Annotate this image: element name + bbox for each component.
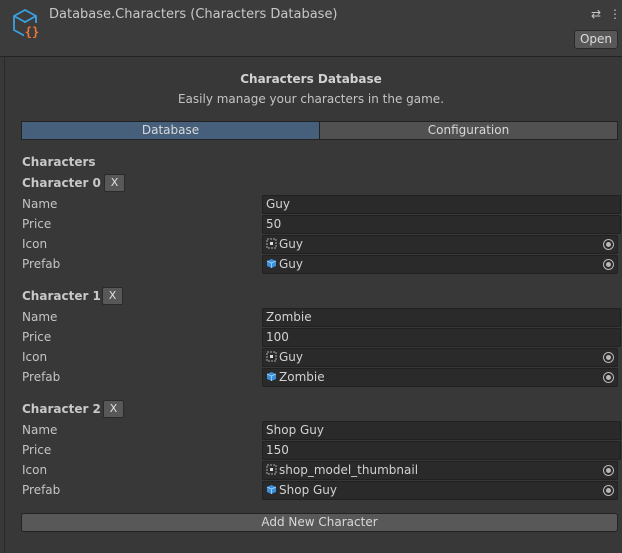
object-picker-icon[interactable] [603,352,614,363]
name-value: Zombie [266,310,312,324]
asset-title: Database.Characters (Characters Database… [49,7,338,22]
character-header: Character 2 [22,402,101,416]
sprite-icon [266,464,277,475]
icon-label: Icon [22,463,48,477]
prefab-cube-icon [266,372,277,381]
scriptable-object-icon: {} [13,8,40,39]
prefab-field[interactable]: Shop Guy [262,481,618,500]
icon-field[interactable]: Guy [262,235,618,254]
name-field[interactable]: Zombie [262,308,621,327]
icon-value: Guy [279,237,304,251]
name-label: Name [22,197,58,211]
remove-character-button[interactable]: X [103,400,124,418]
prefab-value: Zombie [279,370,325,384]
sliders-icon[interactable]: ⇄ [591,7,601,21]
name-label: Name [22,423,58,437]
object-picker-icon[interactable] [603,239,614,250]
object-picker-icon[interactable] [603,372,614,383]
price-value: 100 [266,330,289,344]
prefab-label: Prefab [22,483,61,497]
icon-label: Icon [22,350,48,364]
name-field[interactable]: Guy [262,195,621,214]
tab-configuration[interactable]: Configuration [319,121,618,140]
icon-value: Guy [279,350,304,364]
prefab-cube-icon [266,485,277,494]
prefab-value: Shop Guy [279,483,338,497]
sprite-icon [266,238,277,249]
icon-field[interactable]: Guy [262,348,618,367]
tab-database[interactable]: Database [21,121,320,140]
price-field[interactable]: 150 [262,441,621,460]
icon-value: shop_model_thumbnail [279,463,419,477]
character-header: Character 0 [22,176,101,190]
object-picker-icon[interactable] [603,465,614,476]
remove-character-button[interactable]: X [104,174,125,192]
prefab-cube-icon [266,259,277,268]
remove-character-button[interactable]: X [102,287,123,305]
vertical-ellipsis-icon[interactable]: ⋮ [609,7,621,21]
svg-text:{}: {} [25,25,39,39]
database-subtitle: Easily manage your characters in the gam… [177,92,445,106]
prefab-label: Prefab [22,370,61,384]
object-picker-icon[interactable] [603,259,614,270]
name-value: Shop Guy [266,423,325,437]
prefab-field[interactable]: Zombie [262,368,618,387]
price-label: Price [22,330,52,344]
database-title: Characters Database [240,72,382,86]
add-new-character-button[interactable]: Add New Character [21,513,618,532]
characters-section-label: Characters [22,155,96,169]
name-label: Name [22,310,58,324]
open-button[interactable]: Open [574,30,618,49]
name-value: Guy [266,197,291,211]
price-label: Price [22,217,52,231]
prefab-label: Prefab [22,257,61,271]
icon-label: Icon [22,237,48,251]
price-label: Price [22,443,52,457]
icon-field[interactable]: shop_model_thumbnail [262,461,618,480]
prefab-value: Guy [279,257,304,271]
name-field[interactable]: Shop Guy [262,421,621,440]
character-header: Character 1 [22,289,101,303]
price-field[interactable]: 50 [262,215,621,234]
price-value: 50 [266,217,282,231]
inspector-header: {} Database.Characters (Characters Datab… [0,0,622,57]
price-value: 150 [266,443,289,457]
prefab-field[interactable]: Guy [262,255,618,274]
panel-divider [4,57,5,553]
sprite-icon [266,351,277,362]
object-picker-icon[interactable] [603,485,614,496]
price-field[interactable]: 100 [262,328,621,347]
